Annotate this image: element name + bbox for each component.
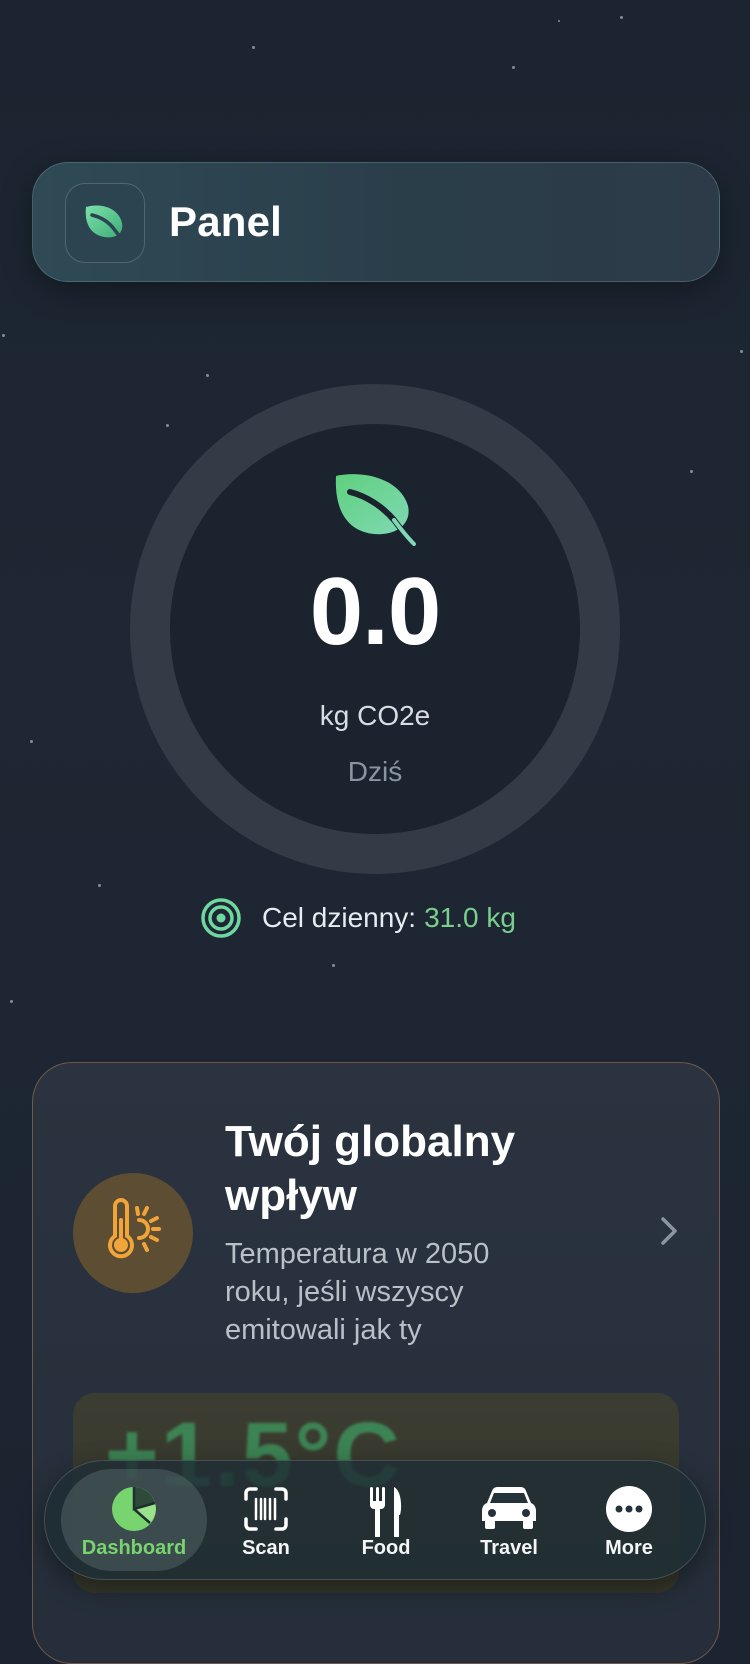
tab-label: Scan: [242, 1537, 290, 1559]
leaf-icon: [65, 183, 145, 263]
tab-label: Dashboard: [81, 1537, 187, 1559]
tab-scan[interactable]: Scan: [211, 1469, 321, 1571]
tab-label: More: [605, 1537, 653, 1559]
impact-title: Twój globalny wpływ: [225, 1117, 516, 1220]
daily-emissions-ring: 0.0 kg CO2e Dziś: [130, 384, 620, 874]
page-title: Panel: [169, 198, 283, 245]
tab-more[interactable]: More: [571, 1469, 687, 1571]
emissions-period: Dziś: [347, 756, 403, 787]
tab-label: Food: [361, 1537, 411, 1559]
fork-knife-icon: [331, 1485, 441, 1537]
thermometer-sun-icon: [73, 1173, 193, 1293]
chevron-right-icon: [659, 1215, 679, 1252]
more-icon: [571, 1485, 687, 1535]
tab-travel[interactable]: Travel: [449, 1469, 569, 1571]
page-header: Panel: [32, 162, 720, 282]
tab-food[interactable]: Food: [331, 1469, 441, 1571]
emissions-value: 0.0: [309, 558, 441, 665]
tab-label: Travel: [480, 1537, 538, 1559]
goal-label: Cel dzienny:: [262, 902, 417, 933]
daily-goal: Cel dzienny: 31.0 kg: [200, 896, 516, 940]
emissions-unit: kg CO2e: [319, 700, 431, 731]
impact-description: Temperatura w 2050 roku, jeśli wszyscy e…: [225, 1238, 490, 1346]
target-icon: [201, 898, 241, 938]
bottom-tab-bar: Dashboard Scan Food Travel More: [44, 1460, 706, 1580]
car-icon: [449, 1485, 569, 1535]
tab-dashboard[interactable]: Dashboard: [61, 1469, 207, 1571]
pie-chart-icon: [61, 1485, 207, 1535]
barcode-scan-icon: [211, 1485, 321, 1535]
goal-value: 31.0 kg: [424, 902, 516, 933]
